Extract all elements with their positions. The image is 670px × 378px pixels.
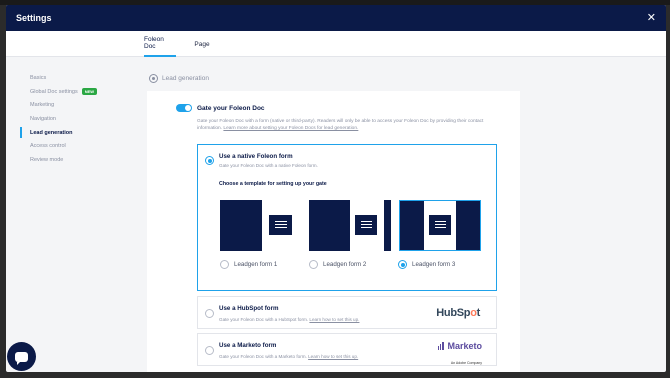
gate-toggle[interactable] — [176, 104, 192, 112]
native-form-title: Use a native Foleon form — [219, 153, 293, 160]
hubspot-logo-part-1: HubSp — [436, 307, 471, 319]
form-line — [361, 221, 372, 222]
marketo-form-option[interactable]: Use a Marketo form Gate your Foleon Doc … — [197, 333, 497, 366]
marketo-logo: Marketo An Adobe Company — [437, 341, 482, 369]
form-line — [435, 227, 446, 228]
learn-more-link[interactable]: Learn more about setting your Foleon Doc… — [223, 126, 358, 131]
sidebar-item-global-doc-settings[interactable]: Global Doc settings NEW — [20, 85, 130, 99]
tab-page[interactable]: Page — [192, 31, 212, 57]
form-card — [268, 214, 293, 236]
choose-template-label: Choose a template for setting up your ga… — [219, 181, 327, 187]
template-option-2[interactable]: Leadgen form 2 — [309, 260, 366, 269]
form-card — [354, 214, 378, 236]
modal-title: Settings — [16, 13, 52, 23]
hubspot-logo: HubSpot — [436, 307, 480, 319]
form-line — [361, 227, 372, 228]
template-dark-block — [309, 200, 350, 251]
sidebar-item-label: Review mode — [30, 156, 64, 163]
sidebar-item-label: Lead generation — [30, 129, 73, 136]
gate-toggle-row: Gate your Foleon Doc — [176, 104, 265, 112]
close-icon[interactable]: ✕ — [647, 12, 656, 24]
section-title: Lead generation — [162, 75, 209, 82]
marketo-logo-text: Marketo — [447, 341, 482, 351]
marketo-form-title: Use a Marketo form — [219, 342, 277, 349]
form-line — [275, 227, 287, 228]
hubspot-desc-text: Gate your Foleon Doc with a HubSpot form… — [219, 317, 309, 322]
sidebar-item-review-mode[interactable]: Review mode — [20, 153, 130, 167]
template-label-1: Leadgen form 1 — [234, 261, 278, 268]
native-form-desc: Gate your Foleon Doc with a native Foleo… — [219, 163, 318, 168]
new-badge: NEW — [81, 88, 98, 96]
template-radio-3[interactable] — [398, 260, 407, 269]
gate-toggle-label: Gate your Foleon Doc — [197, 104, 265, 112]
settings-sidebar: Basics Global Doc settings NEW Marketing … — [20, 71, 130, 167]
sidebar-item-navigation[interactable]: Navigation — [20, 112, 130, 126]
template-dark-block — [220, 200, 262, 251]
marketo-form-radio[interactable] — [205, 346, 214, 355]
template-option-1[interactable]: Leadgen form 1 — [220, 260, 277, 269]
sidebar-item-lead-generation[interactable]: Lead generation — [20, 126, 130, 140]
section-header: Lead generation — [149, 74, 209, 83]
hubspot-form-desc: Gate your Foleon Doc with a HubSpot form… — [219, 317, 359, 322]
sidebar-item-access-control[interactable]: Access control — [20, 139, 130, 153]
settings-modal: Settings ✕ Foleon Doc Page Basics Global… — [6, 5, 666, 372]
marketo-bars-icon — [437, 342, 445, 350]
form-line — [435, 224, 446, 225]
template-thumbnail-1[interactable] — [220, 200, 302, 251]
template-thumbnail-3[interactable] — [399, 200, 481, 251]
template-dark-strip — [384, 200, 391, 251]
hubspot-form-option[interactable]: Use a HubSpot form Gate your Foleon Doc … — [197, 296, 497, 329]
modal-header: Settings ✕ — [6, 5, 666, 31]
template-radio-1[interactable] — [220, 260, 229, 269]
gate-description: Gate your Foleon Doc with a form (native… — [197, 119, 497, 132]
hubspot-form-radio[interactable] — [205, 309, 214, 318]
sidebar-item-label: Access control — [30, 143, 66, 150]
form-line — [275, 221, 287, 222]
template-thumbnail-2[interactable] — [309, 200, 391, 251]
form-line — [435, 221, 446, 222]
marketo-logo-subtitle: An Adobe Company — [450, 361, 482, 365]
marketo-form-desc: Gate your Foleon Doc with a Marketo form… — [219, 354, 358, 359]
form-line — [361, 224, 372, 225]
hubspot-logo-part-2: t — [476, 307, 481, 319]
sidebar-item-label: Basics — [30, 74, 47, 81]
template-label-3: Leadgen form 3 — [412, 261, 456, 268]
sidebar-item-label: Global Doc settings — [30, 88, 78, 95]
hubspot-form-title: Use a HubSpot form — [219, 305, 279, 312]
tab-bar: Foleon Doc Page — [6, 31, 666, 57]
sidebar-item-label: Navigation — [30, 115, 56, 122]
form-card — [428, 214, 452, 236]
marketo-wordmark: Marketo — [437, 341, 482, 351]
template-label-2: Leadgen form 2 — [323, 261, 367, 268]
marketo-learn-link[interactable]: Learn how to set this up. — [308, 354, 358, 359]
sidebar-item-label: Marketing — [30, 102, 55, 109]
tab-foleon-doc[interactable]: Foleon Doc — [144, 31, 176, 57]
lead-generation-icon — [149, 74, 158, 83]
template-option-3[interactable]: Leadgen form 3 — [398, 260, 455, 269]
chat-icon — [15, 351, 28, 365]
native-form-option[interactable]: Use a native Foleon form Gate your Foleo… — [197, 144, 497, 291]
form-line — [275, 224, 287, 225]
template-radio-2[interactable] — [309, 260, 318, 269]
sidebar-item-marketing[interactable]: Marketing — [20, 98, 130, 112]
native-form-radio[interactable] — [205, 156, 214, 165]
sidebar-item-basics[interactable]: Basics — [20, 71, 130, 85]
chat-launcher[interactable] — [7, 342, 36, 371]
lead-generation-panel: Gate your Foleon Doc Gate your Foleon Do… — [147, 91, 520, 372]
marketo-desc-text: Gate your Foleon Doc with a Marketo form… — [219, 354, 307, 359]
hubspot-learn-link[interactable]: Learn how to set this up. — [309, 317, 359, 322]
